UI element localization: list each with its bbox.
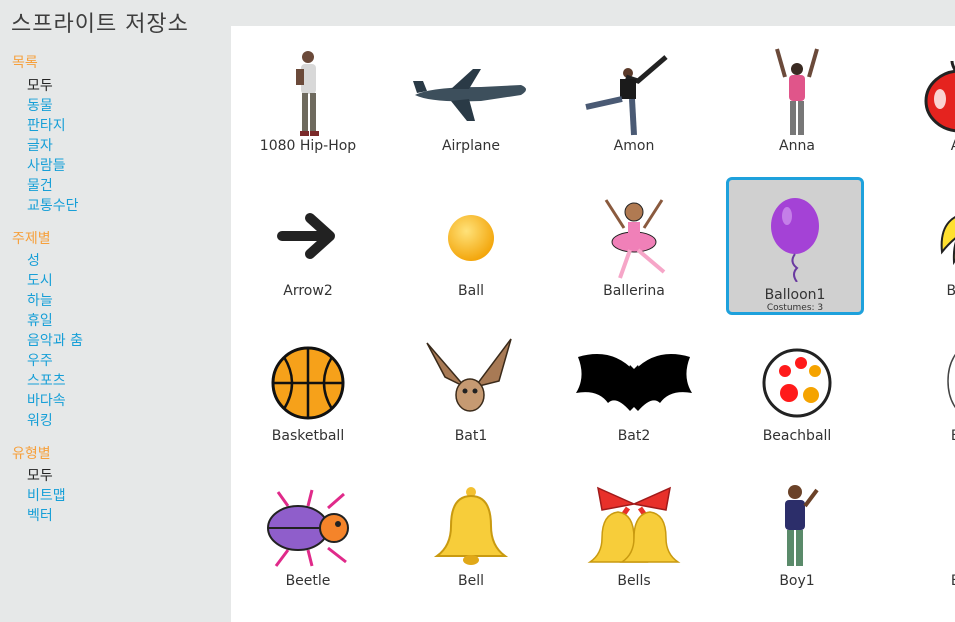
partial-sprite-icon bbox=[894, 472, 955, 572]
beetle-icon bbox=[242, 472, 374, 572]
category-all[interactable]: 모두 bbox=[27, 75, 53, 95]
theme-heading: 주제별 bbox=[12, 231, 51, 247]
sprite-card-bell[interactable]: Bell bbox=[402, 469, 540, 607]
type-bitmap[interactable]: 비트맵 bbox=[27, 485, 66, 505]
airplane-icon bbox=[405, 37, 537, 137]
sprite-card-bananas[interactable]: Ban bbox=[891, 179, 955, 317]
bells-icon bbox=[568, 472, 700, 572]
sprite-card-ballerina[interactable]: Ballerina bbox=[565, 179, 703, 317]
sprite-card-partial[interactable]: Be bbox=[891, 469, 955, 607]
category-people[interactable]: 사람들 bbox=[27, 155, 66, 175]
sprite-card-beetle[interactable]: Beetle bbox=[239, 469, 377, 607]
category-animals[interactable]: 동물 bbox=[27, 95, 53, 115]
arrow-icon bbox=[242, 182, 374, 282]
sprite-grid: 1080 Hip-Hop Airplane Amon Anna Arrow2 B… bbox=[231, 26, 955, 622]
theme-walking[interactable]: 워킹 bbox=[27, 410, 53, 430]
sprite-name: 1080 Hip-Hop bbox=[259, 138, 357, 154]
hiphop-dancer-icon bbox=[242, 37, 374, 137]
apple-icon bbox=[894, 37, 955, 137]
category-fantasy[interactable]: 판타지 bbox=[27, 115, 66, 135]
bear-icon bbox=[894, 327, 955, 427]
beachball-icon bbox=[731, 327, 863, 427]
type-all[interactable]: 모두 bbox=[27, 465, 53, 485]
sprite-name: Balloon1 bbox=[764, 287, 826, 303]
sprite-name: Be bbox=[894, 428, 955, 444]
sprite-card-apple[interactable]: Ap bbox=[891, 34, 955, 172]
sprite-card-balloon1[interactable]: Balloon1 Costumes: 3 bbox=[726, 177, 864, 315]
sprite-name: Airplane bbox=[441, 138, 501, 154]
type-vector[interactable]: 벡터 bbox=[27, 505, 53, 525]
sprite-name: Arrow2 bbox=[283, 283, 333, 299]
sprite-card-boy1[interactable]: Boy1 bbox=[728, 469, 866, 607]
sprite-card-airplane[interactable]: Airplane bbox=[402, 34, 540, 172]
sprite-name: Basketball bbox=[271, 428, 345, 444]
sprite-card-amon[interactable]: Amon bbox=[565, 34, 703, 172]
sprite-name: Be bbox=[894, 573, 955, 589]
theme-music-dance[interactable]: 음악과 춤 bbox=[27, 330, 83, 350]
sprite-name: Ban bbox=[946, 283, 955, 299]
bat-brown-icon bbox=[405, 327, 537, 427]
sprite-name: Ballerina bbox=[603, 283, 665, 299]
page-title: 스프라이트 저장소 bbox=[11, 12, 189, 37]
sprite-name: Ap bbox=[894, 138, 955, 154]
sprite-name: Ball bbox=[458, 283, 484, 299]
sprite-card-arrow2[interactable]: Arrow2 bbox=[239, 179, 377, 317]
balloon-icon bbox=[729, 180, 861, 282]
theme-space[interactable]: 우주 bbox=[27, 350, 53, 370]
sprite-name: Beetle bbox=[285, 573, 331, 589]
sprite-card-anna[interactable]: Anna bbox=[728, 34, 866, 172]
bat-black-icon bbox=[568, 327, 700, 427]
sprite-card-bat1[interactable]: Bat1 bbox=[402, 324, 540, 462]
amon-dancer-icon bbox=[568, 37, 700, 137]
sprite-card-bat2[interactable]: Bat2 bbox=[565, 324, 703, 462]
category-letters[interactable]: 글자 bbox=[27, 135, 53, 155]
sprite-card-ball[interactable]: Ball bbox=[402, 179, 540, 317]
sprite-card-basketball[interactable]: Basketball bbox=[239, 324, 377, 462]
boy-icon bbox=[731, 472, 863, 572]
type-heading: 유형별 bbox=[12, 446, 51, 462]
sprite-name: Anna bbox=[779, 138, 815, 154]
sprite-card-bells[interactable]: Bells bbox=[565, 469, 703, 607]
bell-icon bbox=[405, 472, 537, 572]
sprite-name: Beachball bbox=[762, 428, 832, 444]
sprite-card-bear[interactable]: Be bbox=[891, 324, 955, 462]
sprite-card-hiphop[interactable]: 1080 Hip-Hop bbox=[239, 34, 377, 172]
sprite-card-beachball[interactable]: Beachball bbox=[728, 324, 866, 462]
costume-count: Costumes: 3 bbox=[766, 303, 824, 313]
basketball-icon bbox=[242, 327, 374, 427]
theme-sports[interactable]: 스포츠 bbox=[27, 370, 66, 390]
sprite-name: Bells bbox=[617, 573, 651, 589]
theme-city[interactable]: 도시 bbox=[27, 270, 53, 290]
sprite-name: Boy1 bbox=[779, 573, 815, 589]
category-transportation[interactable]: 교통수단 bbox=[27, 195, 79, 215]
category-heading: 목록 bbox=[12, 55, 38, 71]
theme-castle[interactable]: 성 bbox=[27, 250, 40, 270]
ballerina-icon bbox=[568, 182, 700, 282]
theme-flying[interactable]: 하늘 bbox=[27, 290, 53, 310]
theme-holiday[interactable]: 휴일 bbox=[27, 310, 53, 330]
anna-girl-icon bbox=[731, 37, 863, 137]
sprite-name: Amon bbox=[613, 138, 655, 154]
sprite-name: Bell bbox=[458, 573, 484, 589]
theme-underwater[interactable]: 바다속 bbox=[27, 390, 66, 410]
category-things[interactable]: 물건 bbox=[27, 175, 53, 195]
banana-icon bbox=[894, 182, 955, 282]
sprite-name: Bat1 bbox=[454, 428, 488, 444]
sprite-name: Bat2 bbox=[617, 428, 651, 444]
ball-icon bbox=[405, 182, 537, 282]
